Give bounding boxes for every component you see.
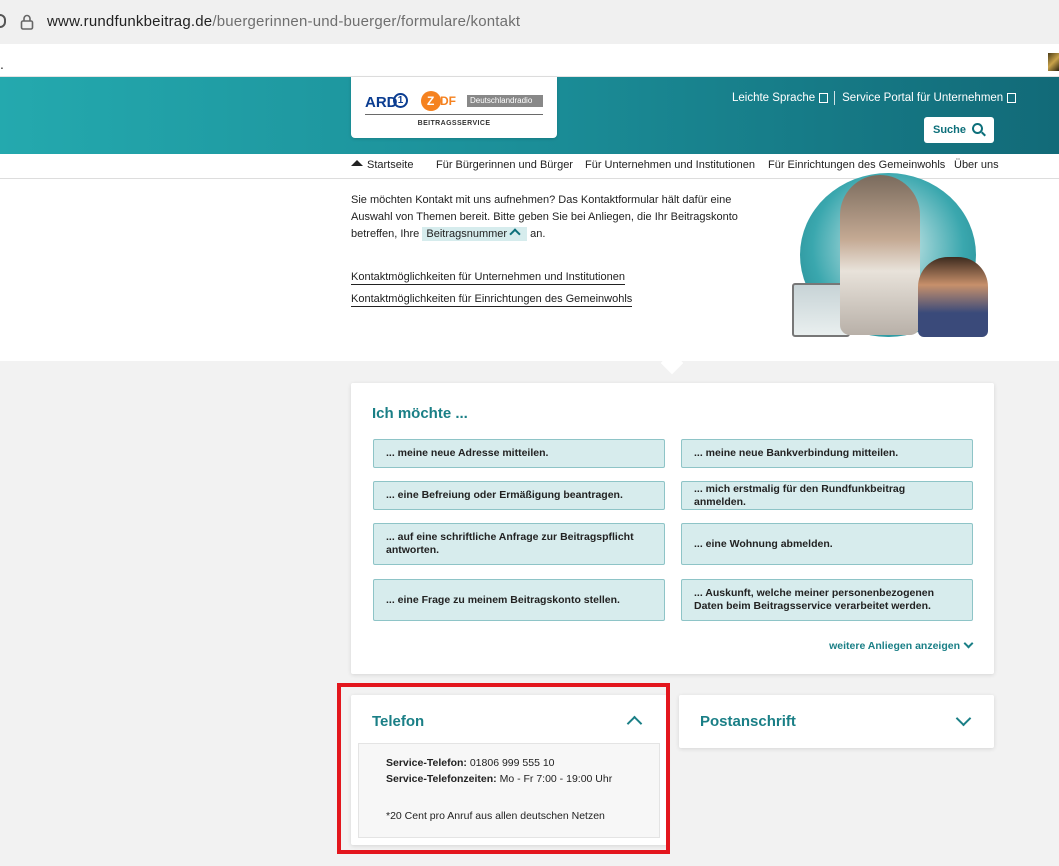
chevron-down-icon	[963, 638, 974, 649]
intro-section: Sie möchten Kontakt mit uns aufnehmen? D…	[0, 173, 1059, 375]
option-beitragskonto[interactable]: ... eine Frage zu meinem Beitragskonto s…	[373, 579, 665, 621]
service-phone: Service-Telefon: 01806 999 555 10	[386, 757, 555, 769]
url-text[interactable]: www.rundfunkbeitrag.de/buergerinnen-und-…	[47, 13, 520, 30]
search-label: Suche	[933, 124, 967, 136]
option-adresse[interactable]: ... meine neue Adresse mitteilen.	[373, 439, 665, 468]
telefon-accordion: Telefon Service-Telefon: 01806 999 555 1…	[351, 695, 667, 845]
book-icon	[819, 93, 829, 103]
topics-title: Ich möchte ...	[372, 405, 468, 422]
logo-divider	[365, 114, 543, 115]
lock-icon	[20, 14, 34, 30]
nav-home[interactable]: Startseite	[351, 159, 413, 171]
option-anmelden[interactable]: ... mich erstmalig für den Rundfunkbeitr…	[681, 481, 973, 510]
chevron-up-icon	[509, 228, 521, 240]
more-topics-link[interactable]: weitere Anliegen anzeigen	[829, 638, 974, 652]
call-cost-note: *20 Cent pro Anruf aus allen deutschen N…	[386, 810, 605, 822]
address-bar[interactable]: www.rundfunkbeitrag.de/buergerinnen-und-…	[0, 0, 1059, 45]
search-icon	[972, 123, 983, 134]
divider	[834, 91, 836, 105]
option-beitragspflicht[interactable]: ... auf eine schriftliche Anfrage zur Be…	[373, 523, 665, 565]
postanschrift-accordion[interactable]: Postanschrift	[679, 695, 994, 748]
section-notch	[660, 351, 684, 375]
bookmarks-bar: .	[0, 44, 1059, 77]
ard-one-icon: 1	[393, 93, 408, 108]
logo[interactable]: ARD 1 Z DF Deutschlandradio BEITRAGSSERVI…	[351, 77, 557, 138]
service-hours: Service-Telefonzeiten: Mo - Fr 7:00 - 19…	[386, 773, 613, 785]
nav-gemeinwohl[interactable]: Für Einrichtungen des Gemeinwohls	[768, 159, 945, 171]
chevron-up-icon[interactable]	[626, 715, 643, 732]
top-links: Leichte Sprache Service Portal für Untern…	[732, 91, 1017, 105]
intro-text: Sie möchten Kontakt mit uns aufnehmen? D…	[351, 194, 738, 241]
option-befreiung[interactable]: ... eine Befreiung oder Ermäßigung beant…	[373, 481, 665, 510]
option-bankverbindung[interactable]: ... meine neue Bankverbindung mitteilen.	[681, 439, 973, 468]
bookmark-overflow[interactable]: .	[0, 56, 4, 72]
chevron-down-icon[interactable]	[955, 710, 972, 727]
option-auskunft[interactable]: ... Auskunft, welche meiner personenbezo…	[681, 579, 973, 621]
beitragsnummer-tooltip-toggle[interactable]: Beitragsnummer	[422, 227, 528, 241]
hero-image	[790, 173, 995, 337]
nav-unternehmen[interactable]: Für Unternehmen und Institutionen	[585, 159, 755, 171]
nav-ueber-uns[interactable]: Über uns	[954, 159, 999, 171]
zdf-logo: Z DF	[421, 91, 456, 111]
leichte-sprache-link[interactable]: Leichte Sprache	[732, 92, 815, 104]
deutschlandradio-logo: Deutschlandradio	[467, 95, 543, 107]
link-gemeinwohl[interactable]: Kontaktmöglichkeiten für Einrichtungen d…	[351, 293, 633, 307]
telefon-title[interactable]: Telefon	[372, 713, 424, 730]
external-icon	[1007, 93, 1017, 103]
home-icon	[351, 160, 363, 167]
search-button[interactable]: Suche	[924, 117, 994, 143]
option-wohnung-abmelden[interactable]: ... eine Wohnung abmelden.	[681, 523, 973, 565]
beitragsservice-label: BEITRAGSSERVICE	[417, 120, 491, 127]
link-unternehmen[interactable]: Kontaktmöglichkeiten für Unternehmen und…	[351, 271, 625, 285]
topics-card: Ich möchte ... ... meine neue Adresse mi…	[351, 383, 994, 674]
service-portal-link[interactable]: Service Portal für Unternehmen	[842, 92, 1003, 104]
telefon-details: Service-Telefon: 01806 999 555 10 Servic…	[358, 743, 660, 838]
nav-buerger[interactable]: Für Bürgerinnen und Bürger	[436, 159, 573, 171]
site-header: ARD 1 Z DF Deutschlandradio BEITRAGSSERVI…	[0, 77, 1059, 154]
bookmark-thumbnail[interactable]	[1048, 53, 1059, 71]
postanschrift-title[interactable]: Postanschrift	[700, 713, 796, 730]
reload-icon[interactable]	[0, 14, 6, 28]
